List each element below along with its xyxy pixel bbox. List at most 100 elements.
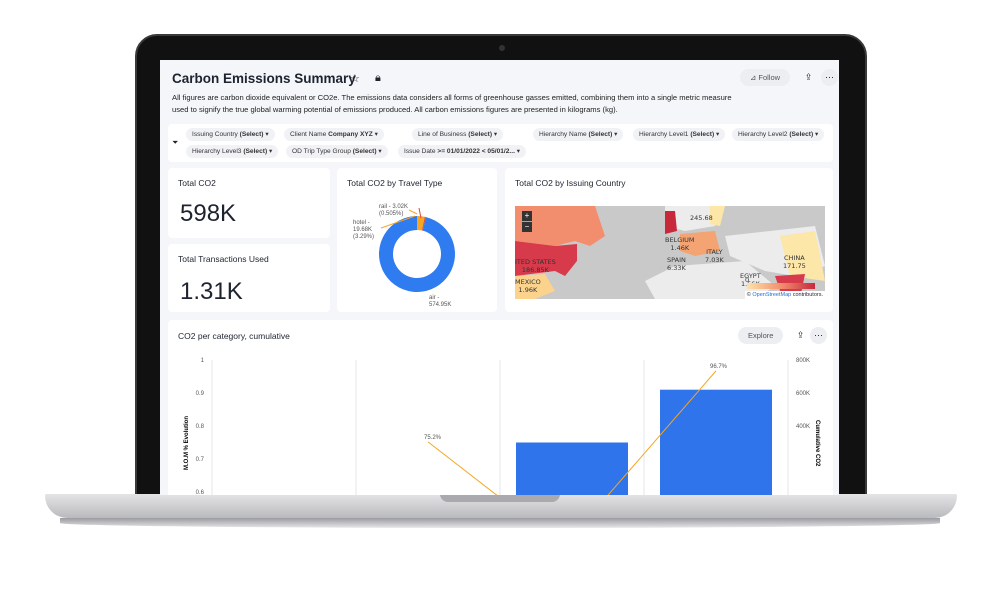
follow-button[interactable]: ⊿ Follow: [740, 69, 791, 86]
filter-chip[interactable]: Issuing Country (Select) ▾: [186, 128, 275, 141]
bar: [660, 389, 772, 495]
donut-card: Total CO2 by Travel Type hotel - 19.68K …: [337, 168, 497, 312]
right-axis-tick: 400K: [796, 424, 810, 430]
webcam: [499, 45, 505, 51]
country-value: 6.33K: [667, 264, 686, 272]
filter-chip[interactable]: Hierarchy Level1 (Select) ▾: [633, 128, 726, 141]
chevron-down-icon: ▾: [815, 131, 819, 138]
left-axis-tick: 0.6: [196, 490, 205, 495]
kpi-total-transactions: Total Transactions Used 1.31K: [168, 244, 330, 312]
bar: [516, 442, 628, 495]
lock-icon[interactable]: 🔒︎: [375, 72, 381, 85]
filter-icon: ⏷: [172, 138, 179, 147]
choropleth-map[interactable]: + − 245.68 BELGIUM 1.46K ITALY 7.03K SPAIN 6.3…: [515, 206, 825, 299]
filter-chip[interactable]: Issue Date >= 01/01/2022 < 05/01/2... ▾: [398, 145, 527, 158]
filter-chip[interactable]: OD Trip Type Group (Select) ▾: [286, 145, 388, 158]
filter-value: >= 01/01/2022 < 05/01/2...: [437, 148, 515, 155]
right-axis-label: Cumulative CO2: [814, 420, 820, 467]
combo-chart: 1 0.9 0.8 0.7 0.6 800K 600K 400K M.O.M % Evoluti…: [184, 358, 820, 495]
map-label: MEXICO 1.96K: [515, 278, 541, 294]
country-name: CHINA: [784, 254, 805, 262]
filter-value: (Select): [468, 131, 493, 138]
country-value: 186.85K: [521, 266, 549, 274]
attr-suffix: contributors.: [792, 292, 823, 298]
filter-label: Hierarchy Level2: [738, 131, 788, 138]
country-value: 171.75: [783, 262, 806, 270]
data-label: 96.7%: [710, 364, 728, 370]
country-name: MEXICO: [515, 278, 541, 286]
filter-value: (Select): [690, 131, 715, 138]
color-legend: [747, 283, 815, 289]
country-value: 245.68: [690, 214, 713, 222]
right-axis-tick: 600K: [796, 391, 810, 397]
filter-label: Client Name: [290, 131, 327, 138]
country-name: ITALY: [706, 248, 723, 256]
zoom-in-button[interactable]: +: [522, 211, 532, 221]
filter-label: OD Trip Type Group: [292, 148, 351, 155]
left-axis-tick: 0.8: [196, 424, 205, 430]
left-axis-tick: 0.9: [196, 391, 205, 397]
chevron-down-icon: ▾: [716, 131, 720, 138]
chevron-down-icon: ▾: [378, 148, 382, 155]
follow-label: Follow: [758, 73, 781, 82]
kpi-value: 598K: [180, 200, 237, 227]
filter-chip[interactable]: Hierarchy Name (Select) ▾: [533, 128, 624, 141]
country-value: 1.46K: [670, 244, 690, 252]
filter-value: (Select): [789, 131, 814, 138]
right-axis-tick: 800K: [796, 358, 810, 364]
left-axis-tick: 1: [201, 358, 205, 364]
card-title: Total CO2 by Issuing Country: [515, 178, 626, 188]
map-label: ITED STATES 186.85K: [515, 258, 556, 274]
chevron-down-icon: ▾: [269, 148, 273, 155]
map-label: 245.68: [690, 206, 713, 222]
hotel-label: hotel - 19.68K (3.29%): [353, 220, 375, 240]
star-icon[interactable]: ☆: [350, 72, 360, 85]
laptop-notch: [440, 494, 560, 502]
country-value: 7.03K: [705, 256, 724, 264]
share-icon[interactable]: ⇪: [800, 69, 817, 86]
country-value: 1.96K: [518, 286, 538, 294]
more-icon[interactable]: ⋯: [821, 69, 838, 86]
filter-label: Hierarchy Level1: [639, 131, 689, 138]
filter-chip[interactable]: Line of Business (Select) ▾: [412, 128, 504, 141]
zoom-out-button[interactable]: −: [522, 222, 532, 232]
filter-value: (Select): [588, 131, 613, 138]
filter-value: (Select): [239, 131, 264, 138]
combo-chart-card: CO2 per category, cumulative Explore ⇪ ⋯…: [168, 320, 833, 495]
page-title: Carbon Emissions Summary: [172, 71, 356, 86]
chevron-down-icon: ▾: [516, 148, 521, 155]
filter-chip[interactable]: Hierarchy Level2 (Select) ▾: [732, 128, 825, 141]
laptop-foot: [60, 518, 940, 528]
filter-value: Company XYZ: [328, 131, 373, 138]
data-label: 75.2%: [424, 435, 442, 441]
country-name: ITED STATES: [515, 258, 556, 266]
filter-label: Issuing Country: [192, 131, 238, 138]
kpi-title: Total CO2: [178, 178, 216, 188]
filter-chip[interactable]: Client Name Company XYZ ▾: [284, 128, 384, 141]
filter-value: (Select): [243, 148, 268, 155]
filter-label: Hierarchy Level3: [192, 148, 242, 155]
filter-value: (Select): [352, 148, 377, 155]
map-label: ITALY 7.03K: [705, 248, 724, 264]
rail-label: rail - 3.02K (0.505%): [379, 204, 409, 217]
page-description: All figures are carbon dioxide equivalen…: [172, 93, 732, 114]
filter-label: Issue Date: [404, 148, 436, 155]
filter-label: Hierarchy Name: [539, 131, 587, 138]
filter-label: Line of Business: [418, 131, 467, 138]
kpi-title: Total Transactions Used: [178, 254, 269, 264]
country-name: SPAIN: [667, 256, 686, 264]
country-name: EGYPT: [740, 272, 761, 280]
dashboard-screen: Carbon Emissions Summary ☆ 🔒︎ ⊿ Follow ⇪…: [160, 60, 839, 495]
kpi-value: 1.31K: [180, 278, 243, 305]
filter-chip[interactable]: Hierarchy Level3 (Select) ▾: [186, 145, 279, 158]
map-label: CHINA 171.75: [783, 254, 806, 270]
kpi-total-co2: Total CO2 598K: [168, 168, 330, 238]
osm-link[interactable]: OpenStreetMap: [752, 292, 791, 298]
chevron-down-icon: ▾: [493, 131, 498, 138]
country-name: BELGIUM: [665, 236, 695, 244]
map-label: BELGIUM 1.46K: [665, 236, 695, 252]
chevron-down-icon: ▾: [614, 131, 618, 138]
left-axis-label: M.O.M % Evolution: [184, 416, 190, 470]
donut-slice[interactable]: [378, 216, 455, 292]
left-axis-tick: 0.7: [196, 457, 205, 463]
